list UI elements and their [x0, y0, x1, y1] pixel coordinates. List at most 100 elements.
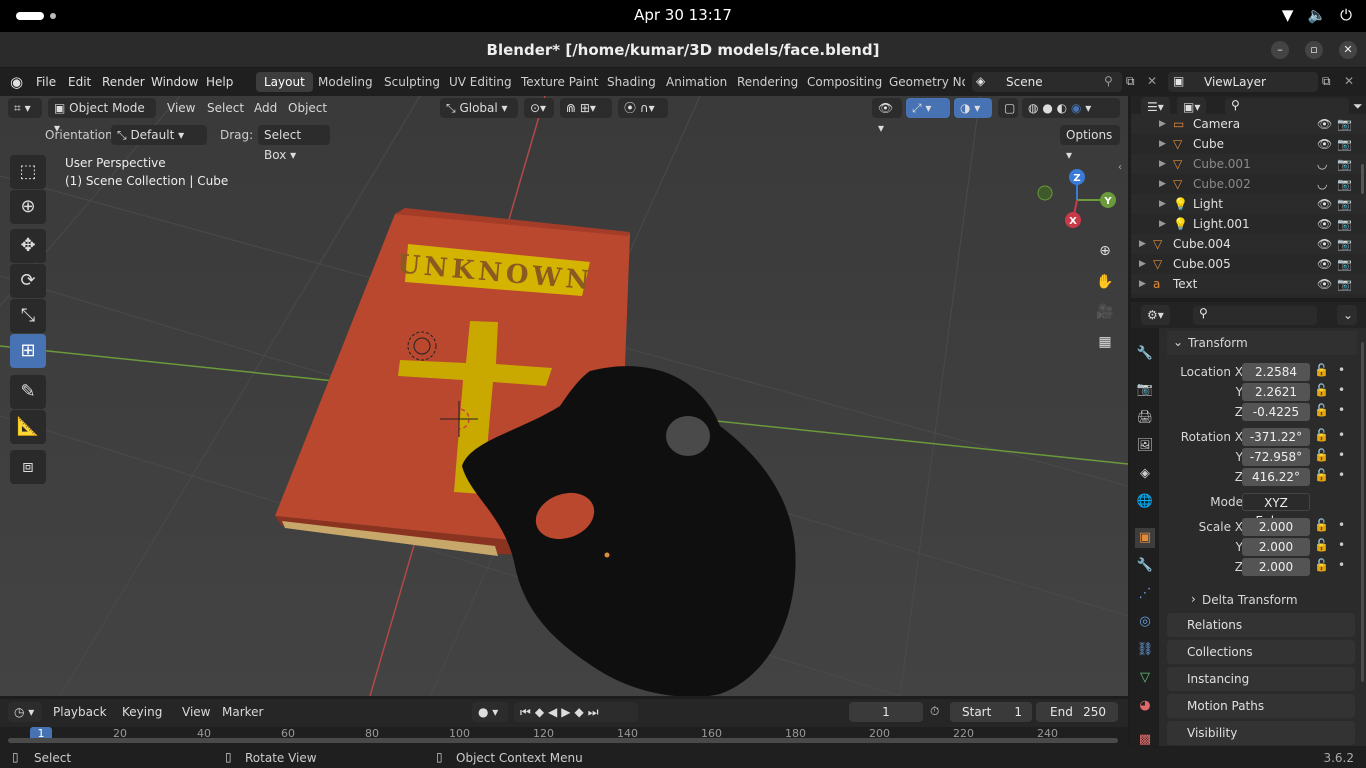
orientation-dropdown[interactable]: ⤡ Default ▾ [111, 125, 207, 145]
physics-tab-icon[interactable]: ◎ [1135, 612, 1155, 632]
tab-geometry-nodes[interactable]: Geometry Noc [881, 72, 965, 92]
system-clock[interactable]: Apr 30 13:17 [0, 6, 1366, 24]
eye-icon[interactable]: 👁 [1317, 214, 1332, 234]
location-y-field[interactable]: 2.2621 [1242, 383, 1310, 401]
keyframe-dot-icon[interactable]: • [1338, 448, 1345, 462]
keyframe-dot-icon[interactable]: • [1338, 428, 1345, 442]
rotation-y-field[interactable]: -72.958° [1242, 448, 1310, 466]
delete-view-layer-icon[interactable]: ✕ [1344, 74, 1354, 88]
collections-panel[interactable]: Collections [1167, 640, 1355, 664]
close-button[interactable]: ✕ [1339, 41, 1357, 59]
viewport-menu-select[interactable]: Select [207, 101, 244, 115]
visibility-dropdown[interactable]: 👁▾ [872, 98, 902, 135]
lock-icon[interactable]: 🔓 [1314, 363, 1329, 377]
next-keyframe-icon[interactable]: ◆ [575, 705, 588, 719]
expand-arrow-icon[interactable]: ▶ [1159, 194, 1166, 214]
camera-render-icon[interactable]: 📷 [1337, 194, 1352, 214]
transform-tool[interactable]: ⊞ [10, 334, 46, 368]
expand-arrow-icon[interactable]: ▶ [1139, 254, 1146, 274]
motion-paths-panel[interactable]: Motion Paths [1167, 694, 1355, 718]
timeline-view-menu[interactable]: View [182, 705, 210, 719]
properties-editor-type[interactable]: ⚙▾ [1141, 305, 1170, 325]
start-frame-field[interactable]: Start 1 [950, 702, 1032, 722]
lock-icon[interactable]: 🔓 [1314, 403, 1329, 417]
tab-compositing[interactable]: Compositing [799, 72, 890, 92]
rotation-mode-dropdown[interactable]: XYZ Euler⌄ [1242, 493, 1310, 528]
constraints-tab-icon[interactable]: ⛓ [1135, 640, 1155, 660]
scene-selector[interactable]: ◈ Scene ⚲ [972, 72, 1122, 92]
expand-arrow-icon[interactable]: ▶ [1159, 174, 1166, 194]
expand-arrow-icon[interactable]: ▶ [1159, 154, 1166, 174]
delete-scene-icon[interactable]: ✕ [1147, 74, 1157, 88]
lock-icon[interactable]: 🔓 [1314, 468, 1329, 482]
lock-icon[interactable]: 🔓 [1314, 448, 1329, 462]
relations-panel[interactable]: Relations [1167, 613, 1355, 637]
outliner-scrollbar[interactable] [1361, 164, 1364, 194]
auto-keying-toggle[interactable]: ● ▾ [472, 702, 508, 722]
rendered-shading-icon[interactable]: ◉ [1071, 101, 1081, 115]
outliner-item[interactable]: ▶ ▽ Cube.004 👁 📷 [1131, 234, 1366, 254]
expand-arrow-icon[interactable]: ▶ [1159, 114, 1166, 134]
pan-hand-icon[interactable]: ✋ [1093, 270, 1117, 294]
editor-type-button[interactable]: ⌗ ▾ [8, 98, 42, 118]
play-reverse-icon[interactable]: ◀ [548, 705, 561, 719]
outliner-filter-icon[interactable]: ⏷ [1353, 99, 1363, 114]
scale-x-field[interactable]: 2.000 [1242, 518, 1310, 536]
camera-render-icon[interactable]: 📷 [1337, 114, 1352, 134]
rotate-tool[interactable]: ⟳ [10, 264, 46, 298]
snap-toggle[interactable]: ⋒ ⊞▾ [560, 98, 612, 118]
view-layer-name[interactable]: ViewLayer [1204, 75, 1266, 89]
outliner-item[interactable]: ▶ ▽ Cube.002 ◡ 📷 [1131, 174, 1366, 194]
camera-render-icon[interactable]: 📷 [1337, 234, 1352, 254]
timeline-marker-menu[interactable]: Marker [222, 705, 263, 719]
scale-tool[interactable]: ⤡ [10, 299, 46, 333]
outliner-item[interactable]: ▶ 💡 Light 👁 📷 [1131, 194, 1366, 214]
gizmo-neg-y[interactable] [1037, 185, 1053, 201]
playback-controls[interactable]: ⏮◆◀▶◆⏭ [514, 702, 638, 722]
menu-edit[interactable]: Edit [68, 75, 91, 89]
outliner-item[interactable]: ▶ 💡 Light.001 👁 📷 [1131, 214, 1366, 234]
move-tool[interactable]: ✥ [10, 229, 46, 263]
outliner-item[interactable]: ▶ ▽ Cube.001 ◡ 📷 [1131, 154, 1366, 174]
overlays-toggle[interactable]: ◑ ▾ [954, 98, 992, 118]
menu-help[interactable]: Help [206, 75, 233, 89]
prev-keyframe-icon[interactable]: ◆ [535, 705, 548, 719]
data-tab-icon[interactable]: ▽ [1135, 668, 1155, 688]
tab-uv-editing[interactable]: UV Editing [441, 72, 520, 92]
jump-end-icon[interactable]: ⏭ [588, 705, 603, 719]
proportional-edit-toggle[interactable]: ⦿ ∩▾ [618, 98, 668, 118]
playback-menu[interactable]: Playback ▾ [47, 702, 113, 739]
keying-menu[interactable]: Keying ▾ [116, 702, 174, 739]
keyframe-dot-icon[interactable]: • [1338, 383, 1345, 397]
eye-icon[interactable]: 👁 [1317, 274, 1332, 294]
eye-icon[interactable]: 👁 [1317, 134, 1332, 154]
menu-file[interactable]: File [36, 75, 56, 89]
3d-viewport[interactable]: UNKNOWN ⌗ ▾ ▣ Object Mode ▾ View Select … [0, 96, 1128, 696]
scale-z-field[interactable]: 2.000 [1242, 558, 1310, 576]
visibility-panel[interactable]: Visibility [1167, 721, 1355, 745]
eye-icon[interactable]: 👁 [1317, 234, 1332, 254]
timeline-ruler[interactable]: 1 20 40 60 80 100 120 140 160 180 200 220 240 [0, 727, 1128, 747]
outliner-item[interactable]: ▶ ▭ Camera 👁 📷 [1131, 114, 1366, 134]
viewport-menu-view[interactable]: View [167, 101, 195, 115]
menu-render[interactable]: Render [102, 75, 145, 89]
eye-icon[interactable]: 👁 [1317, 254, 1332, 274]
maximize-button[interactable]: ▫ [1305, 41, 1323, 59]
keyframe-dot-icon[interactable]: • [1338, 518, 1345, 532]
current-frame-field[interactable]: 1 [849, 702, 923, 722]
select-box-tool[interactable]: ⬚ [10, 155, 46, 189]
system-tray[interactable]: ▼ 🔈 ⏻ [1282, 6, 1352, 24]
jump-start-icon[interactable]: ⏮ [520, 705, 535, 719]
minimize-button[interactable]: – [1271, 41, 1289, 59]
tab-rendering[interactable]: Rendering [729, 72, 806, 92]
shading-mode-group[interactable]: ◍ ● ◐ ◉ ▾ [1022, 98, 1120, 118]
camera-view-icon[interactable]: 🎥 [1093, 300, 1117, 324]
end-frame-field[interactable]: End 250 [1036, 702, 1118, 722]
eye-icon[interactable]: ◡ [1317, 174, 1327, 194]
tool-tab-icon[interactable]: 🔧 [1135, 344, 1155, 364]
keyframe-dot-icon[interactable]: • [1338, 538, 1345, 552]
lock-icon[interactable]: 🔓 [1314, 518, 1329, 532]
timeline-editor-type[interactable]: ◷ ▾ [8, 702, 42, 722]
material-tab-icon[interactable]: ◕ [1135, 696, 1155, 716]
tab-layout[interactable]: Layout [256, 72, 313, 92]
